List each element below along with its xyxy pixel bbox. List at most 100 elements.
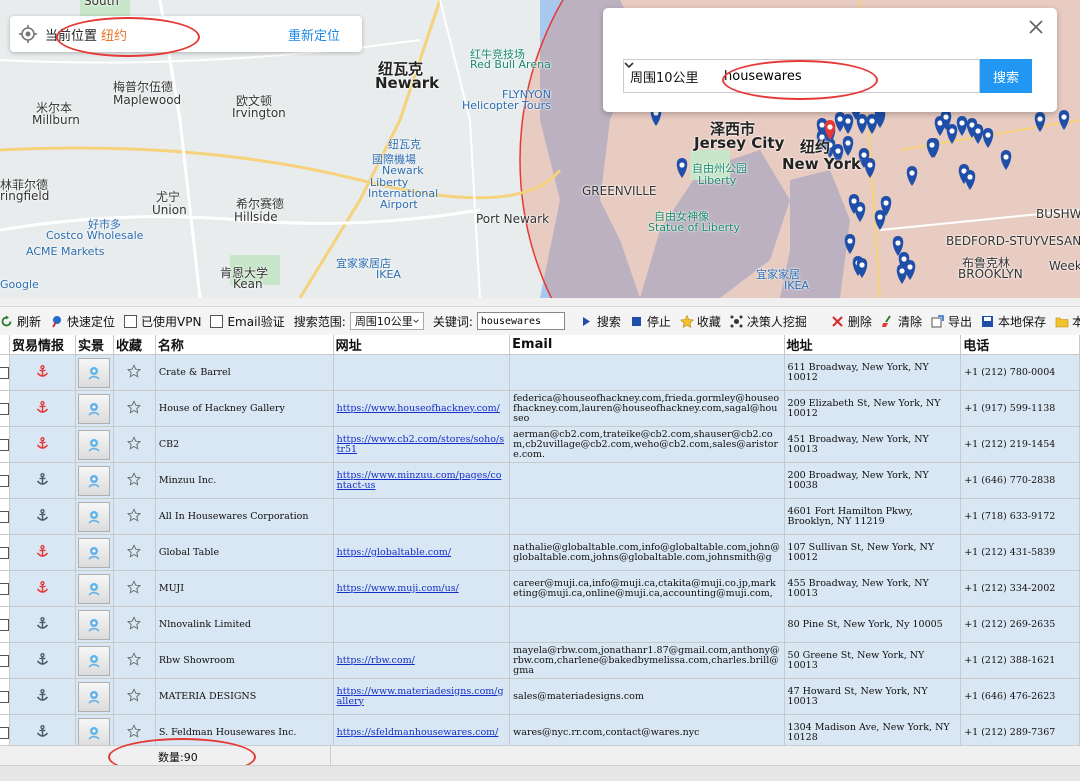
row-select-cell[interactable] xyxy=(0,534,10,571)
website-link[interactable]: https://www.cb2.com/stores/soho/str51 xyxy=(337,434,504,455)
favorite-cell[interactable] xyxy=(113,678,156,715)
table-row[interactable]: Global Table https://globaltable.com/nath… xyxy=(0,534,1080,571)
row-select-cell[interactable] xyxy=(0,678,10,715)
row-checkbox[interactable] xyxy=(0,474,9,487)
open-local-button[interactable]: 本地打开 xyxy=(1055,313,1080,330)
column-header[interactable]: 贸易情报 xyxy=(9,335,76,355)
row-select-cell[interactable] xyxy=(0,606,10,643)
row-select-cell[interactable] xyxy=(0,498,10,535)
table-row[interactable]: Crate & Barrel 611 Broadway, New York, NY… xyxy=(0,354,1080,391)
street-view-icon[interactable] xyxy=(78,501,111,532)
keyword-input[interactable] xyxy=(712,59,980,93)
row-checkbox[interactable] xyxy=(0,654,9,667)
star-icon[interactable] xyxy=(127,400,142,417)
clear-button[interactable]: 清除 xyxy=(881,313,922,330)
star-icon[interactable] xyxy=(127,616,142,633)
trade-intel-cell[interactable] xyxy=(9,390,76,427)
email-verify-checkbox[interactable]: Email验证 xyxy=(210,313,285,330)
anchor-icon[interactable] xyxy=(36,616,49,633)
street-view-icon[interactable] xyxy=(78,609,111,640)
export-button[interactable]: 导出 xyxy=(931,313,972,330)
toolbar-keyword-input[interactable] xyxy=(476,312,565,330)
row-checkbox[interactable] xyxy=(0,582,9,595)
street-view-icon[interactable] xyxy=(78,465,111,496)
favorite-cell[interactable] xyxy=(113,570,156,607)
row-checkbox[interactable] xyxy=(0,438,9,451)
favorite-cell[interactable] xyxy=(113,714,156,745)
street-view-cell[interactable] xyxy=(75,642,114,679)
decision-mining-button[interactable]: 决策人挖掘 xyxy=(730,313,807,330)
street-view-cell[interactable] xyxy=(75,606,114,643)
locate-icon[interactable] xyxy=(19,25,37,43)
column-header[interactable]: 电话 xyxy=(960,335,1080,355)
row-checkbox[interactable] xyxy=(0,402,9,415)
star-icon[interactable] xyxy=(127,364,142,381)
street-view-cell[interactable] xyxy=(75,570,114,607)
website-link[interactable]: https://sfeldmanhousewares.com/ xyxy=(337,727,499,738)
row-checkbox[interactable] xyxy=(0,726,9,739)
anchor-icon[interactable] xyxy=(36,436,49,453)
trade-intel-cell[interactable] xyxy=(9,606,76,643)
row-checkbox[interactable] xyxy=(0,546,9,559)
street-view-cell[interactable] xyxy=(75,390,114,427)
trade-intel-cell[interactable] xyxy=(9,678,76,715)
street-view-icon[interactable] xyxy=(78,573,111,604)
street-view-icon[interactable] xyxy=(78,393,111,424)
anchor-icon[interactable] xyxy=(36,580,49,597)
street-view-icon[interactable] xyxy=(78,681,111,712)
row-checkbox[interactable] xyxy=(0,618,9,631)
toolbar-search-button[interactable]: 搜索 xyxy=(580,313,621,330)
row-select-cell[interactable] xyxy=(0,714,10,745)
row-select-cell[interactable] xyxy=(0,462,10,499)
favorite-cell[interactable] xyxy=(113,642,156,679)
table-row[interactable]: Minzuu Inc. https://www.minzuu.com/pages/… xyxy=(0,462,1080,499)
column-header[interactable]: 收藏 xyxy=(113,335,156,355)
star-icon[interactable] xyxy=(127,544,142,561)
street-view-icon[interactable] xyxy=(78,429,111,460)
search-button[interactable]: 搜索 xyxy=(980,59,1032,93)
save-local-button[interactable]: 本地保存 xyxy=(981,313,1046,330)
row-select-cell[interactable] xyxy=(0,570,10,607)
trade-intel-cell[interactable] xyxy=(9,354,76,391)
quick-locate-button[interactable]: 快速定位 xyxy=(50,313,115,330)
row-select-cell[interactable] xyxy=(0,426,10,463)
map-view[interactable]: South 梅普尔伍德 Maplewood 欧文顿 Irvington 米尔本 Millbu… xyxy=(0,0,1080,298)
row-checkbox[interactable] xyxy=(0,366,9,379)
street-view-icon[interactable] xyxy=(78,537,111,568)
table-row[interactable]: All In Housewares Corporation 4601 Fort H… xyxy=(0,498,1080,535)
street-view-icon[interactable] xyxy=(78,717,111,745)
star-icon[interactable] xyxy=(127,508,142,525)
refresh-button[interactable]: 刷新 xyxy=(0,313,41,330)
relocate-link[interactable]: 重新定位 xyxy=(288,25,340,44)
anchor-icon[interactable] xyxy=(36,364,49,381)
favorite-button[interactable]: 收藏 xyxy=(679,313,721,330)
stop-button[interactable]: 停止 xyxy=(630,313,671,330)
row-select-cell[interactable] xyxy=(0,354,10,391)
website-link[interactable]: https://www.muji.com/us/ xyxy=(337,583,459,594)
star-icon[interactable] xyxy=(127,436,142,453)
row-select-cell[interactable] xyxy=(0,390,10,427)
close-icon[interactable] xyxy=(1027,18,1045,36)
column-header[interactable]: 实景 xyxy=(75,335,114,355)
street-view-cell[interactable] xyxy=(75,462,114,499)
favorite-cell[interactable] xyxy=(113,534,156,571)
street-view-cell[interactable] xyxy=(75,534,114,571)
favorite-cell[interactable] xyxy=(113,462,156,499)
star-icon[interactable] xyxy=(127,472,142,489)
website-link[interactable]: https://www.houseofhackney.com/ xyxy=(337,403,500,414)
street-view-cell[interactable] xyxy=(75,714,114,745)
table-row[interactable]: Nlnovalink Limited 80 Pine St, New York, … xyxy=(0,606,1080,643)
use-vpn-checkbox[interactable]: 已使用VPN xyxy=(124,313,201,330)
table-row[interactable]: House of Hackney Gallery https://www.hous… xyxy=(0,390,1080,427)
trade-intel-cell[interactable] xyxy=(9,714,76,745)
anchor-icon[interactable] xyxy=(36,688,49,705)
website-link[interactable]: https://www.materiadesigns.com/gallery xyxy=(337,686,504,707)
anchor-icon[interactable] xyxy=(36,652,49,669)
column-header[interactable] xyxy=(0,335,10,355)
column-header[interactable]: 地址 xyxy=(784,335,962,355)
table-row[interactable]: MUJI https://www.muji.com/us/career@muji.… xyxy=(0,570,1080,607)
favorite-cell[interactable] xyxy=(113,606,156,643)
table-row[interactable]: Rbw Showroom https://rbw.com/mayela@rbw.c… xyxy=(0,642,1080,679)
anchor-icon[interactable] xyxy=(36,724,49,741)
star-icon[interactable] xyxy=(127,724,142,741)
